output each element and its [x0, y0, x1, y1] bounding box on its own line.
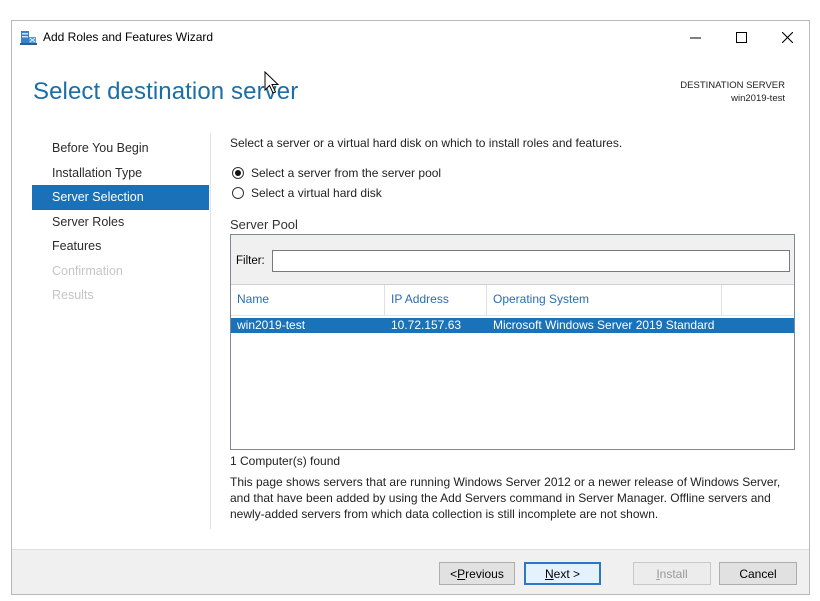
- nav-item-confirmation: Confirmation: [52, 263, 123, 278]
- option-server-pool-label: Select a server from the server pool: [251, 166, 442, 180]
- filter-input[interactable]: [272, 250, 790, 272]
- close-button[interactable]: [764, 21, 810, 53]
- server-pool-title: Server Pool: [230, 217, 298, 232]
- previous-button[interactable]: < Previous: [439, 562, 515, 585]
- column-header-ip-address[interactable]: IP Address: [385, 285, 487, 315]
- nav-item-before-you-begin[interactable]: Before You Begin: [32, 136, 209, 161]
- cancel-button[interactable]: Cancel: [719, 562, 797, 585]
- wizard-steps-nav: Before You Begin Installation Type Serve…: [32, 136, 209, 308]
- instruction-text: Select a server or a virtual hard disk o…: [230, 136, 623, 150]
- mouse-cursor-icon: [264, 71, 280, 94]
- option-virtual-hard-disk-label: Select a virtual hard disk: [251, 186, 382, 200]
- minimize-icon: [689, 37, 701, 38]
- column-header-operating-system-label: Operating System: [493, 292, 590, 306]
- install-button-rest: nstall: [659, 566, 688, 581]
- previous-button-prefix: <: [450, 566, 458, 581]
- previous-button-rest: revious: [465, 566, 504, 581]
- nav-item-results: Results: [52, 288, 94, 302]
- close-icon: [781, 31, 793, 43]
- table-row[interactable]: win2019-test 10.72.157.63 Microsoft Wind…: [231, 318, 794, 333]
- window-title: Add Roles and Features Wizard: [43, 30, 214, 44]
- maximize-icon: [735, 31, 747, 43]
- cell-ip-address: 10.72.157.63: [391, 318, 462, 332]
- nav-item-installation-type[interactable]: Installation Type: [32, 161, 209, 186]
- nav-divider: [210, 133, 211, 529]
- description-line: This page shows servers that are running…: [230, 475, 781, 489]
- server-pool-description: This page shows servers that are running…: [230, 474, 800, 522]
- cell-operating-system: Microsoft Windows Server 2019 Standard: [493, 318, 715, 332]
- description-line: newly-added servers from which data coll…: [230, 507, 659, 521]
- column-header-ip-address-label: IP Address: [391, 292, 449, 306]
- server-pool-list: Filter: Name IP Address Operating System…: [230, 234, 795, 450]
- server-wizard-icon: [20, 31, 37, 45]
- destination-server-name: win2019-test: [731, 93, 785, 104]
- title-bar[interactable]: Add Roles and Features Wizard: [12, 21, 809, 53]
- filter-label: Filter:: [236, 255, 265, 267]
- maximize-button[interactable]: [718, 21, 764, 53]
- nav-item-server-roles[interactable]: Server Roles: [32, 210, 209, 235]
- column-header-operating-system[interactable]: Operating System: [487, 285, 722, 315]
- next-button-rest: ext >: [553, 566, 581, 581]
- previous-button-accel: P: [457, 566, 466, 581]
- radio-virtual-hard-disk[interactable]: [232, 187, 244, 199]
- column-header-name-label: Name: [237, 292, 270, 306]
- page-title: Select destination server: [33, 78, 299, 105]
- nav-item-server-selection[interactable]: Server Selection: [32, 185, 209, 210]
- filter-bar: Filter:: [231, 235, 794, 285]
- cell-name: win2019-test: [237, 318, 306, 332]
- radio-server-pool[interactable]: [232, 167, 244, 179]
- nav-item-features[interactable]: Features: [32, 234, 209, 259]
- next-button[interactable]: Next >: [524, 562, 601, 585]
- install-button: Install: [633, 562, 711, 585]
- next-button-accel: N: [544, 566, 554, 581]
- option-virtual-hard-disk[interactable]: Select a virtual hard disk: [232, 186, 382, 200]
- wizard-footer: < Previous Next > Install Cancel: [12, 549, 809, 594]
- option-server-pool[interactable]: Select a server from the server pool: [232, 166, 441, 180]
- column-header-name[interactable]: Name: [231, 285, 385, 315]
- minimize-button[interactable]: [672, 21, 718, 53]
- description-line: and that have been added by using the Ad…: [230, 491, 771, 505]
- header-divider: [231, 315, 794, 316]
- destination-server-label: DESTINATION SERVER: [680, 80, 785, 91]
- wizard-window: Add Roles and Features Wizard Select des…: [11, 20, 810, 595]
- computers-found-count: 1 Computer(s) found: [230, 454, 341, 468]
